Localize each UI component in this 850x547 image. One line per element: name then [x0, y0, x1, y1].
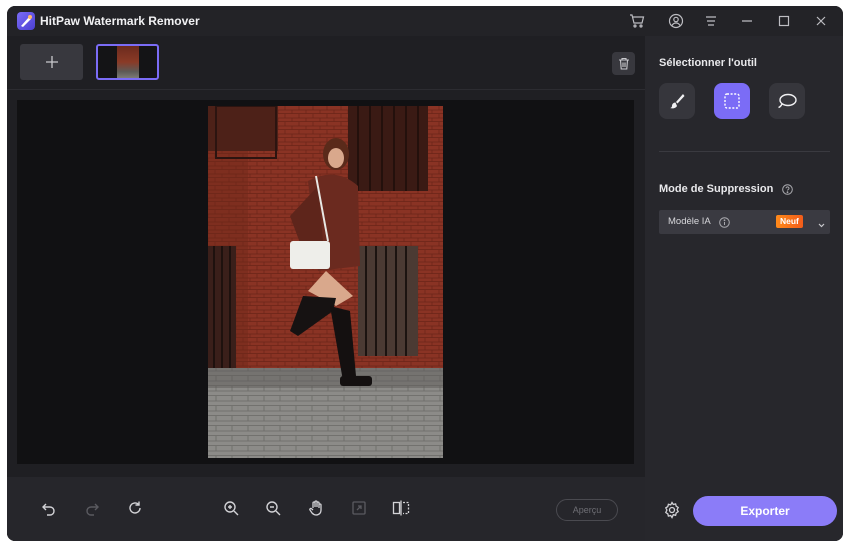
tool-section-title: Sélectionner l'outil	[659, 57, 757, 69]
settings-gear-icon[interactable]	[662, 500, 682, 520]
app-logo-icon	[17, 12, 35, 30]
compare-split-icon[interactable]	[390, 497, 412, 519]
title-bar: HitPaw Watermark Remover	[7, 6, 843, 36]
maximize-icon[interactable]	[774, 11, 794, 31]
rectangle-select-tool-button[interactable]	[714, 83, 750, 119]
bottom-toolbar: Aperçu	[7, 477, 645, 541]
mode-section-title: Mode de Suppression	[659, 183, 794, 195]
add-media-button[interactable]	[20, 44, 83, 80]
hand-pan-icon[interactable]	[305, 497, 327, 519]
preview-canvas[interactable]	[17, 100, 634, 464]
brush-tool-button[interactable]	[659, 83, 695, 119]
zoom-in-icon[interactable]	[220, 497, 242, 519]
delete-media-button[interactable]	[612, 52, 635, 75]
help-icon[interactable]	[782, 183, 794, 195]
photo-image	[208, 106, 443, 458]
model-select[interactable]: Modèle IA Neuf	[659, 210, 830, 234]
trash-icon	[618, 57, 629, 70]
rectangle-select-icon	[724, 93, 740, 109]
mode-section-label: Mode de Suppression	[659, 183, 774, 195]
cart-icon[interactable]	[627, 11, 647, 31]
info-icon[interactable]	[719, 215, 730, 233]
plus-icon	[45, 56, 58, 68]
chevron-down-icon	[817, 217, 826, 235]
tool-sidebar: Sélectionner l'outil Mode de Suppression…	[645, 36, 843, 541]
model-label: Modèle IA	[668, 216, 711, 227]
zoom-out-icon[interactable]	[262, 497, 284, 519]
fit-screen-icon[interactable]	[348, 497, 370, 519]
close-icon[interactable]	[811, 11, 831, 31]
thumbnail-image	[116, 46, 139, 78]
menu-icon[interactable]	[701, 11, 721, 31]
minimize-icon[interactable]	[737, 11, 757, 31]
brush-icon	[670, 94, 685, 109]
preview-button[interactable]: Aperçu	[556, 499, 618, 521]
new-badge: Neuf	[776, 215, 803, 228]
export-button[interactable]: Exporter	[693, 496, 837, 526]
reset-icon[interactable]	[124, 497, 146, 519]
media-thumbnail[interactable]	[96, 44, 159, 80]
toolbar-divider	[7, 89, 645, 90]
lasso-tool-button[interactable]	[769, 83, 805, 119]
sidebar-divider	[659, 151, 830, 152]
lasso-icon	[778, 93, 797, 109]
workspace: Aperçu	[7, 36, 645, 541]
app-window: HitPaw Watermark Remover Aperçu Sélectio…	[7, 6, 843, 541]
redo-icon[interactable]	[81, 497, 103, 519]
account-icon[interactable]	[666, 11, 686, 31]
app-title: HitPaw Watermark Remover	[40, 14, 200, 28]
undo-icon[interactable]	[38, 497, 60, 519]
